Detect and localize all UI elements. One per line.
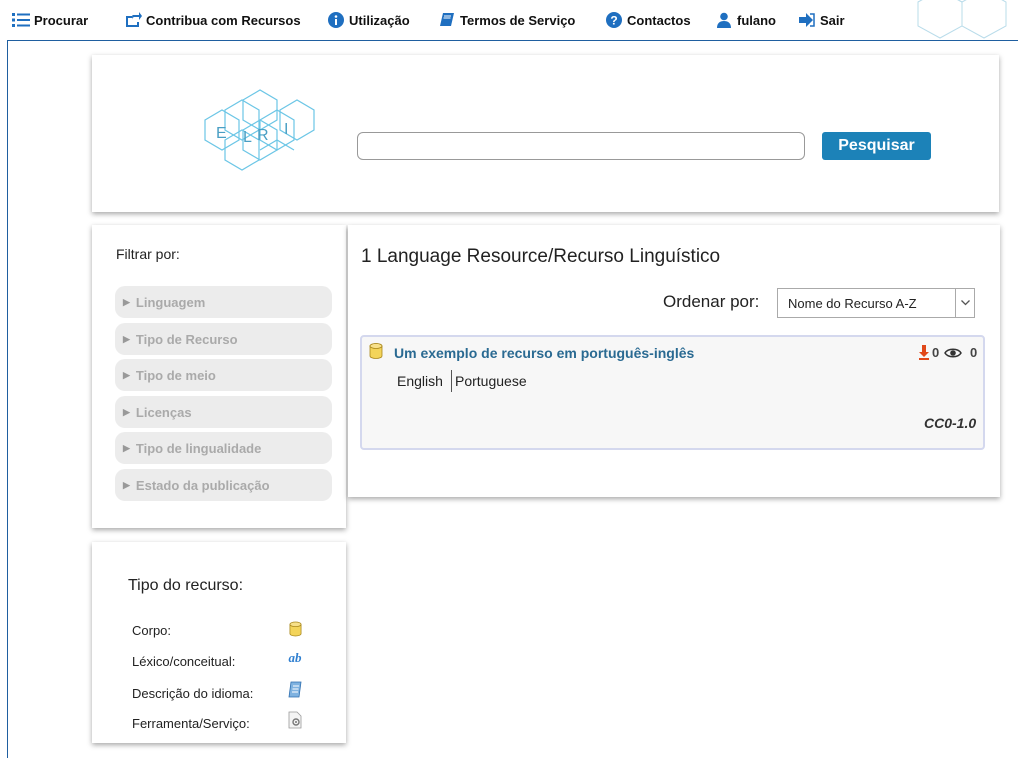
nav-label: Utilização bbox=[349, 12, 410, 28]
sort-label: Ordenar por: bbox=[663, 292, 760, 311]
nav-contactos[interactable]: ? Contactos bbox=[605, 12, 691, 28]
legend-title: Tipo do recurso: bbox=[128, 577, 244, 594]
legend-label: Corpo: bbox=[132, 623, 172, 638]
top-navigation: Procurar Contribua com Recursos Utilizaç… bbox=[0, 0, 1018, 40]
tool-service-icon bbox=[286, 711, 304, 729]
legend-label: Léxico/conceitual: bbox=[132, 654, 236, 669]
download-count: 0 bbox=[932, 345, 940, 360]
filter-item-label: Estado da publicação bbox=[135, 477, 270, 493]
nav-procurar[interactable]: Procurar bbox=[12, 12, 88, 28]
nav-label: Procurar bbox=[34, 12, 89, 28]
legend-label: Descrição do idioma: bbox=[132, 686, 254, 701]
filter-item-linguagem[interactable]: ▶ Linguagem bbox=[115, 286, 332, 318]
nav-label: Contactos bbox=[627, 12, 691, 28]
question-icon: ? bbox=[605, 12, 623, 28]
filter-item-lingualidade[interactable]: ▶ Tipo de lingualidade bbox=[115, 432, 332, 464]
filter-item-label: Tipo de lingualidade bbox=[135, 440, 262, 456]
elri-logo: E L R I bbox=[204, 89, 315, 171]
corpus-icon bbox=[286, 620, 304, 638]
filter-item-label: Tipo de meio bbox=[135, 367, 216, 383]
results-title: 1 Language Resource/Recurso Linguístico bbox=[361, 246, 721, 267]
filter-item-tipo-recurso[interactable]: ▶ Tipo de Recurso bbox=[115, 323, 332, 355]
eye-icon bbox=[944, 348, 962, 358]
caret-right-icon: ▶ bbox=[123, 406, 130, 417]
decorative-hexagon-icon bbox=[917, 0, 1007, 39]
language-tag: Portuguese bbox=[455, 373, 527, 389]
nav-contribua[interactable]: Contribua com Recursos bbox=[124, 12, 301, 28]
language-tag: English bbox=[397, 373, 443, 389]
caret-right-icon: ▶ bbox=[123, 369, 130, 380]
search-input[interactable] bbox=[357, 132, 805, 160]
filter-item-licencas[interactable]: ▶ Licenças bbox=[115, 396, 332, 428]
logo-letter: L bbox=[243, 129, 252, 146]
download-icon bbox=[919, 345, 929, 360]
language-description-icon bbox=[286, 681, 304, 699]
filter-item-estado-publicacao[interactable]: ▶ Estado da publicação bbox=[115, 469, 332, 501]
user-icon bbox=[715, 12, 733, 28]
logo-letter: E bbox=[216, 125, 227, 142]
legend-panel bbox=[92, 542, 346, 743]
filter-item-tipo-meio[interactable]: ▶ Tipo de meio bbox=[115, 359, 332, 391]
legend-label: Ferramenta/Serviço: bbox=[132, 716, 250, 731]
nav-user[interactable]: fulano bbox=[715, 12, 776, 28]
share-icon bbox=[124, 12, 142, 28]
logo-letter: I bbox=[284, 121, 288, 138]
sign-out-icon bbox=[798, 12, 816, 28]
caret-right-icon: ▶ bbox=[123, 442, 130, 453]
nav-label: Contribua com Recursos bbox=[146, 12, 301, 28]
nav-utilizacao[interactable]: Utilização bbox=[327, 12, 410, 28]
nav-sair[interactable]: Sair bbox=[798, 12, 845, 28]
filter-title: Filtrar por: bbox=[116, 246, 180, 262]
filter-item-label: Linguagem bbox=[135, 294, 206, 310]
view-count: 0 bbox=[970, 345, 978, 360]
caret-right-icon: ▶ bbox=[123, 333, 130, 344]
filter-item-label: Licenças bbox=[135, 404, 192, 420]
result-title-link[interactable]: Um exemplo de recurso em português-inglê… bbox=[394, 345, 694, 361]
logo-letter: R bbox=[257, 127, 269, 144]
svg-text:?: ? bbox=[610, 14, 617, 28]
license-label: CC0-1.0 bbox=[924, 415, 977, 431]
sort-select[interactable]: Nome do Recurso A-Z bbox=[777, 288, 975, 318]
search-button[interactable]: Pesquisar bbox=[822, 132, 931, 160]
caret-right-icon: ▶ bbox=[123, 296, 130, 307]
nav-termos[interactable]: Termos de Serviço bbox=[438, 12, 575, 28]
filter-item-label: Tipo de Recurso bbox=[135, 331, 238, 347]
nav-label: fulano bbox=[737, 12, 776, 28]
lexical-icon: ab bbox=[288, 650, 302, 665]
sort-select-value: Nome do Recurso A-Z bbox=[788, 295, 917, 311]
chevron-down-icon[interactable] bbox=[955, 289, 974, 317]
corpus-icon bbox=[369, 343, 383, 359]
info-icon bbox=[327, 12, 345, 28]
nav-label: Sair bbox=[820, 12, 845, 28]
nav-label: Termos de Serviço bbox=[460, 12, 576, 28]
caret-right-icon: ▶ bbox=[123, 479, 130, 490]
list-icon bbox=[12, 12, 30, 28]
language-separator bbox=[451, 370, 452, 392]
book-icon bbox=[438, 12, 456, 28]
